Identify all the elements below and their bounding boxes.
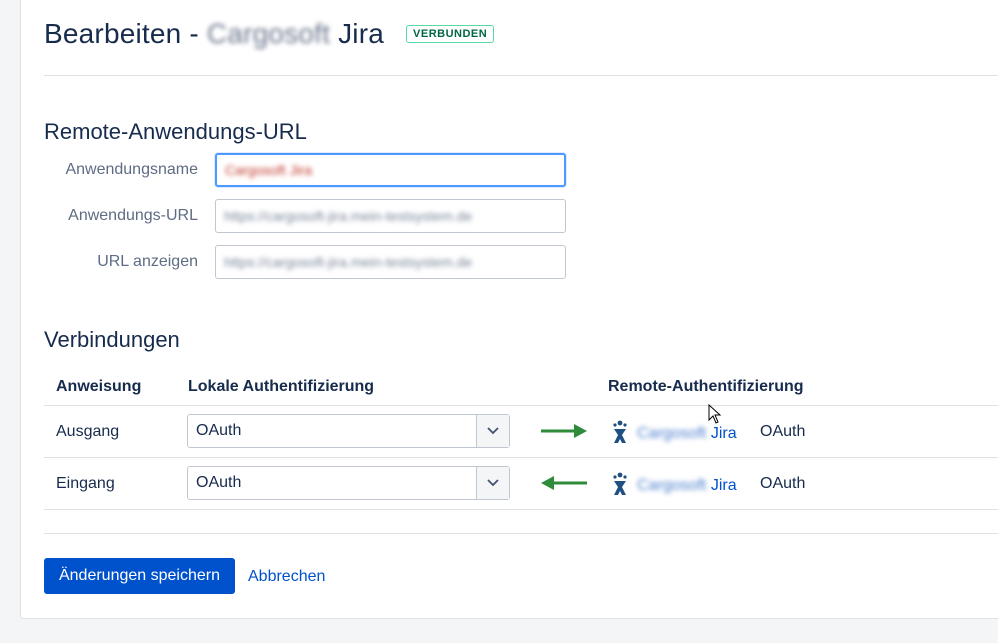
remote-app-name: Cargosoft [637, 477, 711, 494]
field-row-display-url: URL anzeigen https://cargosoft-jira.mein… [44, 245, 566, 279]
remote-auth-type: OAuth [760, 423, 806, 440]
page-title-prefix: Bearbeiten - [44, 18, 207, 49]
chevron-down-icon [476, 415, 509, 447]
arrow-right-icon [541, 424, 587, 438]
mouse-cursor-icon [708, 404, 722, 424]
cancel-link[interactable]: Abbrechen [248, 568, 325, 586]
local-auth-select-incoming[interactable]: OAuth [187, 466, 510, 500]
row-direction: Ausgang [56, 423, 120, 440]
remote-auth-type: OAuth [760, 475, 806, 492]
table-divider [44, 405, 998, 406]
app-name-input[interactable]: Cargosoft Jira [215, 153, 566, 187]
arrow-left-icon [541, 476, 587, 490]
app-url-value: https://cargosoft-jira.mein-testsystem.d… [224, 208, 473, 224]
remote-app-link-outgoing[interactable]: Cargosoft Jira [637, 425, 737, 443]
field-row-app-url: Anwendungs-URL https://cargosoft-jira.me… [44, 199, 566, 233]
divider [44, 533, 998, 534]
field-row-app-name: Anwendungsname Cargosoft Jira [44, 153, 566, 187]
remote-app-suffix: Jira [710, 425, 737, 442]
page-title: Bearbeiten - Cargosoft Jira [44, 18, 384, 50]
row-direction: Eingang [56, 475, 115, 492]
column-header-local-auth: Lokale Authentifizierung [188, 378, 375, 395]
field-label: Anwendungsname [65, 161, 198, 178]
app-name-value: Cargosoft Jira [225, 162, 313, 178]
jira-icon [613, 472, 627, 495]
column-header-remote-auth: Remote-Authentifizierung [608, 378, 804, 395]
page-title-app-name: Cargosoft [206, 18, 331, 49]
remote-app-name: Cargosoft [637, 425, 711, 442]
display-url-value: https://cargosoft-jira.mein-testsystem.d… [224, 254, 473, 270]
status-badge: VERBUNDEN [406, 25, 495, 43]
field-label: URL anzeigen [97, 253, 198, 270]
table-row-divider [44, 509, 998, 510]
table-row-divider [44, 457, 998, 458]
chevron-down-icon [476, 467, 509, 499]
save-button[interactable]: Änderungen speichern [44, 558, 235, 594]
select-value: OAuth [196, 474, 242, 491]
main-panel [20, 0, 998, 619]
column-header-direction: Anweisung [56, 378, 142, 395]
display-url-input[interactable]: https://cargosoft-jira.mein-testsystem.d… [215, 245, 566, 279]
jira-icon [613, 420, 627, 443]
remote-app-suffix: Jira [710, 477, 737, 494]
select-value: OAuth [196, 422, 242, 439]
remote-app-link-incoming[interactable]: Cargosoft Jira [637, 477, 737, 495]
divider [44, 75, 998, 76]
local-auth-select-outgoing[interactable]: OAuth [187, 414, 510, 448]
section-title-connections: Verbindungen [44, 327, 180, 352]
field-label: Anwendungs-URL [68, 207, 198, 224]
app-url-input[interactable]: https://cargosoft-jira.mein-testsystem.d… [215, 199, 566, 233]
title-row: Bearbeiten - Cargosoft Jira VERBUNDEN [44, 18, 495, 50]
section-title-remote-url: Remote-Anwendungs-URL [44, 119, 307, 144]
page-title-suffix: Jira [330, 18, 385, 49]
